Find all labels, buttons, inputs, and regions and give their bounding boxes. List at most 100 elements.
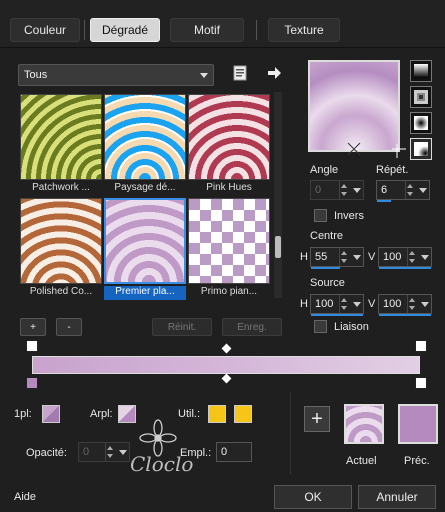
top-left-stop-marker[interactable]: [26, 340, 38, 352]
previous-gradient-swatch[interactable]: [398, 404, 438, 444]
gradient-list-scrollbar[interactable]: [274, 92, 282, 298]
center-h-value: 55: [315, 251, 328, 263]
chevron-down-icon[interactable]: [353, 302, 361, 307]
current-gradient-swatch: [344, 404, 384, 444]
spin-arrows-icon[interactable]: [407, 295, 417, 313]
tab-degrade[interactable]: Dégradé: [90, 18, 160, 42]
center-v-slider[interactable]: [379, 267, 431, 269]
top-midpoint-handle[interactable]: [221, 343, 232, 354]
center-h-label: H: [300, 251, 308, 263]
sunburst-style-icon[interactable]: [410, 112, 432, 134]
save-button[interactable]: Enreg.: [222, 318, 282, 336]
foreground-stop-swatch[interactable]: [42, 405, 60, 423]
bottom-left-stop-marker[interactable]: [26, 377, 38, 389]
user-label: Util.:: [178, 408, 200, 420]
chevron-down-icon[interactable]: [353, 255, 361, 260]
chevron-down-icon[interactable]: [353, 188, 361, 193]
gradient-thumb[interactable]: Polished Co...: [20, 198, 102, 302]
location-value: 0: [221, 446, 228, 458]
tab-motif[interactable]: Motif: [170, 18, 244, 42]
current-label: Actuel: [346, 455, 377, 467]
remove-gradient-button[interactable]: -: [56, 318, 82, 336]
user-color-swatch-2[interactable]: [234, 405, 252, 423]
user-color-swatch[interactable]: [208, 405, 226, 423]
spin-arrows-icon[interactable]: [339, 181, 349, 199]
tab-bar: Couleur Dégradé Motif Texture: [0, 0, 445, 48]
source-h-value: 100: [315, 298, 334, 310]
gradient-preview-premier-plan: [104, 198, 186, 284]
chevron-down-icon[interactable]: [419, 188, 427, 193]
cancel-button[interactable]: Annuler: [358, 485, 436, 509]
source-h-input[interactable]: 100: [310, 294, 364, 316]
chevron-down-icon[interactable]: [119, 450, 127, 455]
rectangular-style-icon[interactable]: [410, 86, 432, 108]
help-link[interactable]: Aide: [14, 491, 36, 503]
spin-arrows-icon[interactable]: [407, 248, 417, 266]
link-checkbox[interactable]: [314, 320, 327, 333]
location-input[interactable]: 0: [216, 442, 252, 462]
source-v-slider[interactable]: [379, 314, 431, 316]
gradient-preview-paysage: [104, 94, 186, 180]
top-right-stop-marker[interactable]: [415, 340, 427, 352]
repeat-slider[interactable]: [377, 200, 391, 202]
chevron-down-icon[interactable]: [421, 302, 429, 307]
manage-resources-icon[interactable]: [232, 64, 248, 82]
chevron-down-icon[interactable]: [421, 255, 429, 260]
gradient-thumb-selected[interactable]: Premier pla...: [104, 198, 186, 302]
back-label: Arpl:: [90, 408, 113, 420]
gradient-thumb[interactable]: Primo pian...: [188, 198, 270, 302]
source-v-input[interactable]: 100: [378, 294, 432, 316]
source-v-value: 100: [383, 298, 402, 310]
gradient-name: Premier pla...: [104, 286, 186, 300]
previous-label: Préc.: [404, 455, 430, 467]
gradient-preview[interactable]: [308, 60, 406, 158]
gradient-editor-bar[interactable]: [32, 356, 420, 374]
spin-arrows-icon[interactable]: [105, 443, 115, 461]
center-h-input[interactable]: 55: [310, 247, 364, 269]
tab-divider: [256, 20, 257, 40]
tab-texture[interactable]: Texture: [268, 18, 340, 42]
gradient-name: Patchwork ...: [32, 182, 90, 193]
source-h-slider[interactable]: [311, 314, 363, 316]
linear-style-icon[interactable]: [410, 60, 432, 82]
gradient-name: Pink Hues: [206, 182, 252, 193]
center-h-slider[interactable]: [311, 267, 340, 269]
angle-input[interactable]: 0: [310, 180, 364, 200]
gradient-thumb[interactable]: Pink Hues: [188, 94, 270, 198]
invert-checkbox[interactable]: [314, 209, 327, 222]
center-v-input[interactable]: 100: [378, 247, 432, 269]
bottom-right-stop-marker[interactable]: [415, 377, 427, 389]
gradient-preview-primo-piano: [188, 198, 270, 284]
source-crosshair-icon: [392, 144, 406, 158]
gradient-thumb[interactable]: Paysage dé...: [104, 94, 186, 198]
center-v-label: V: [368, 251, 376, 263]
repeat-value: 6: [381, 184, 388, 196]
repeat-input[interactable]: 6: [376, 180, 430, 202]
opacity-input[interactable]: 0: [78, 442, 130, 462]
gradient-thumb[interactable]: Patchwork ...: [20, 94, 102, 198]
source-h-label: H: [300, 298, 308, 310]
ok-button[interactable]: OK: [274, 485, 352, 509]
background-stop-swatch[interactable]: [118, 405, 136, 423]
repeat-label: Répét.: [376, 164, 409, 176]
tab-couleur[interactable]: Couleur: [10, 18, 80, 42]
bottom-midpoint-handle[interactable]: [221, 373, 232, 384]
gradient-preview-pink-hues: [188, 94, 270, 180]
source-label: Source: [310, 277, 345, 289]
spin-arrows-icon[interactable]: [339, 295, 349, 313]
front-label: 1pl:: [14, 408, 32, 420]
reset-button[interactable]: Réinit.: [152, 318, 212, 336]
scrollbar-thumb[interactable]: [275, 236, 281, 258]
opacity-value: 0: [83, 446, 90, 458]
opacity-label: Opacité:: [26, 447, 67, 459]
category-select[interactable]: Tous: [18, 64, 214, 86]
arrow-right-icon[interactable]: [266, 64, 282, 82]
chevron-down-icon: [200, 73, 208, 78]
add-to-list-button[interactable]: +: [304, 406, 330, 432]
radial-style-icon[interactable]: [410, 138, 432, 160]
add-gradient-button[interactable]: +: [20, 318, 46, 336]
tab-divider: [84, 20, 85, 40]
spin-arrows-icon[interactable]: [405, 181, 415, 199]
spin-arrows-icon[interactable]: [339, 248, 349, 266]
link-label: Liaison: [334, 321, 369, 333]
